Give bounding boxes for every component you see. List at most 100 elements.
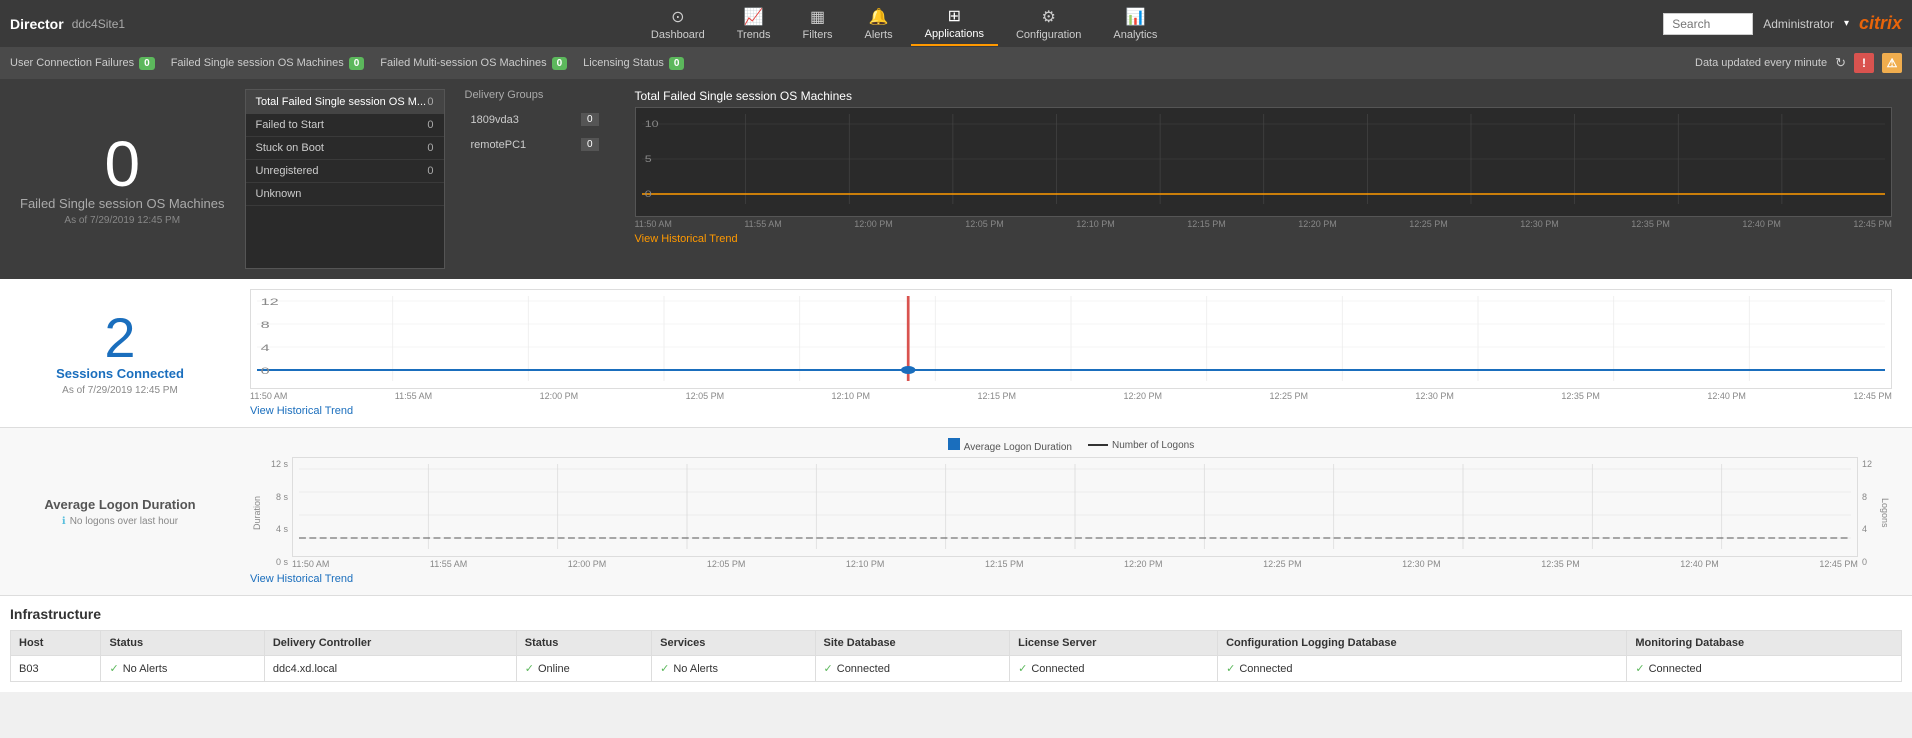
unregistered-label: Unregistered	[256, 165, 319, 177]
logon-view-historical[interactable]: View Historical Trend	[250, 573, 1892, 585]
check-icon-services: ✓	[660, 663, 669, 675]
infra-services: ✓No Alerts	[652, 656, 815, 682]
failed-machines-stat: 0 Failed Single session OS Machines As o…	[10, 89, 235, 269]
sessions-chart-svg: 12 8 4 0	[257, 296, 1885, 381]
infra-dc: ddc4.xd.local	[264, 656, 516, 682]
delivery-remotepc1-count: 0	[581, 138, 599, 151]
user-menu[interactable]: Administrator	[1763, 17, 1834, 31]
stuck-on-boot-row[interactable]: Stuck on Boot 0	[246, 137, 444, 160]
alert-bar: User Connection Failures 0 Failed Single…	[0, 47, 1912, 79]
citrix-logo: citrix	[1859, 13, 1902, 34]
stuck-on-boot-label: Stuck on Boot	[256, 142, 325, 154]
infra-license-server: ✓Connected	[1010, 656, 1218, 682]
alert-icon-orange[interactable]: ⚠	[1882, 53, 1902, 73]
col-host: Host	[11, 631, 101, 656]
logon-y-axis-title: Duration	[250, 457, 264, 569]
logon-note-text: No logons over last hour	[70, 516, 178, 527]
col-site-db: Site Database	[815, 631, 1010, 656]
infrastructure-title: Infrastructure	[10, 606, 1902, 622]
infra-host: B03	[11, 656, 101, 682]
alert-failed-multi[interactable]: Failed Multi-session OS Machines 0	[380, 57, 567, 70]
check-icon-monitoring: ✓	[1635, 663, 1644, 675]
refresh-icon[interactable]: ↻	[1835, 55, 1846, 71]
nav-analytics-label: Analytics	[1113, 29, 1157, 41]
infrastructure-section: Infrastructure Host Status Delivery Cont…	[0, 596, 1912, 692]
delivery-row-remotepc1[interactable]: remotePC1 0	[465, 134, 605, 155]
nav-dashboard[interactable]: ⊙ Dashboard	[637, 3, 719, 45]
logon-section: Average Logon Duration ℹ No logons over …	[0, 428, 1912, 596]
delivery-row-1809vda3[interactable]: 1809vda3 0	[465, 109, 605, 130]
failed-to-start-count: 0	[427, 119, 433, 131]
search-input[interactable]	[1663, 13, 1753, 35]
failed-chart-time-labels: 11:50 AM 11:55 AM 12:00 PM 12:05 PM 12:1…	[635, 219, 1893, 229]
col-services: Services	[652, 631, 815, 656]
nav-alerts[interactable]: 🔔 Alerts	[851, 3, 907, 45]
alert-licensing-count: 0	[669, 57, 685, 70]
check-icon: ✓	[109, 663, 118, 675]
alert-failed-single[interactable]: Failed Single session OS Machines 0	[171, 57, 365, 70]
failed-machines-chart-title: Total Failed Single session OS Machines	[635, 89, 1893, 103]
infra-config-log-db: ✓Connected	[1218, 656, 1627, 682]
nav-trends[interactable]: 📈 Trends	[723, 3, 785, 45]
app-title: Director	[10, 16, 64, 32]
alert-licensing[interactable]: Licensing Status 0	[583, 57, 684, 70]
alert-failed-multi-count: 0	[552, 57, 568, 70]
dropdown-header[interactable]: Total Failed Single session OS M... 0	[246, 90, 444, 114]
col-license-server: License Server	[1010, 631, 1218, 656]
logon-time-labels: 11:50 AM 11:55 AM 12:00 PM 12:05 PM 12:1…	[292, 559, 1858, 569]
nav-filters[interactable]: ▦ Filters	[789, 3, 847, 45]
check-icon-online: ✓	[525, 663, 534, 675]
nav-configuration[interactable]: ⚙ Configuration	[1002, 3, 1095, 45]
avg-logon-legend-label: Average Logon Duration	[964, 442, 1072, 453]
alert-user-connection-count: 0	[139, 57, 155, 70]
logon-stat: Average Logon Duration ℹ No logons over …	[10, 438, 230, 585]
failed-machines-chart: 10 5 0	[635, 107, 1893, 217]
site-name: ddc4Site1	[72, 17, 125, 31]
nav-right: Administrator ▾ citrix	[1663, 13, 1902, 35]
delivery-groups-panel: Delivery Groups 1809vda3 0 remotePC1 0	[455, 89, 615, 269]
alert-failed-multi-label: Failed Multi-session OS Machines	[380, 57, 546, 69]
col-config-log-db: Configuration Logging Database	[1218, 631, 1627, 656]
sessions-chart-panel: 12 8 4 0 11:50 AM 11:55 AM 12:00 PM 12:0…	[240, 289, 1902, 417]
chevron-down-icon: ▾	[1844, 18, 1849, 29]
logon-label: Average Logon Duration	[44, 497, 195, 512]
failed-view-historical[interactable]: View Historical Trend	[635, 233, 1893, 245]
logon-note: ℹ No logons over last hour	[62, 516, 178, 527]
col-delivery-controller: Delivery Controller	[264, 631, 516, 656]
logon-chart	[292, 457, 1858, 557]
delivery-groups-title: Delivery Groups	[465, 89, 605, 101]
unknown-row[interactable]: Unknown	[246, 183, 444, 206]
failed-machines-section: 0 Failed Single session OS Machines As o…	[0, 79, 1912, 279]
dropdown-header-label: Total Failed Single session OS M...	[256, 96, 427, 108]
nav-trends-label: Trends	[737, 29, 771, 41]
svg-text:5: 5	[644, 155, 651, 165]
check-icon-license: ✓	[1018, 663, 1027, 675]
check-icon-config-log: ✓	[1226, 663, 1235, 675]
top-navigation: Director ddc4Site1 ⊙ Dashboard 📈 Trends …	[0, 0, 1912, 47]
delivery-remotepc1-label: remotePC1	[471, 139, 527, 151]
failed-machines-label: Failed Single session OS Machines	[20, 196, 225, 211]
nav-applications[interactable]: ⊞ Applications	[911, 2, 998, 46]
svg-text:12: 12	[261, 297, 279, 307]
col-status: Status	[101, 631, 264, 656]
infra-table-header: Host Status Delivery Controller Status S…	[11, 631, 1902, 656]
sessions-view-historical[interactable]: View Historical Trend	[250, 405, 1892, 417]
nav-analytics[interactable]: 📊 Analytics	[1099, 3, 1171, 45]
alert-icon-red[interactable]: !	[1854, 53, 1874, 73]
alert-licensing-label: Licensing Status	[583, 57, 664, 69]
alert-failed-single-count: 0	[349, 57, 365, 70]
failed-to-start-label: Failed to Start	[256, 119, 324, 131]
failed-to-start-row[interactable]: Failed to Start 0	[246, 114, 444, 137]
sessions-chart: 12 8 4 0	[250, 289, 1892, 389]
logon-chart-panel: Average Logon Duration Number of Logons …	[240, 438, 1902, 585]
nav-applications-label: Applications	[925, 28, 984, 40]
sessions-date: As of 7/29/2019 12:45 PM	[62, 385, 178, 396]
sessions-section: 2 Sessions Connected As of 7/29/2019 12:…	[0, 279, 1912, 428]
alert-user-connection[interactable]: User Connection Failures 0	[10, 57, 155, 70]
dashboard-icon: ⊙	[671, 7, 684, 27]
svg-text:0: 0	[644, 190, 651, 200]
unregistered-row[interactable]: Unregistered 0	[246, 160, 444, 183]
alert-failed-single-label: Failed Single session OS Machines	[171, 57, 344, 69]
infra-monitoring-db: ✓Connected	[1627, 656, 1902, 682]
filters-icon: ▦	[810, 7, 825, 27]
